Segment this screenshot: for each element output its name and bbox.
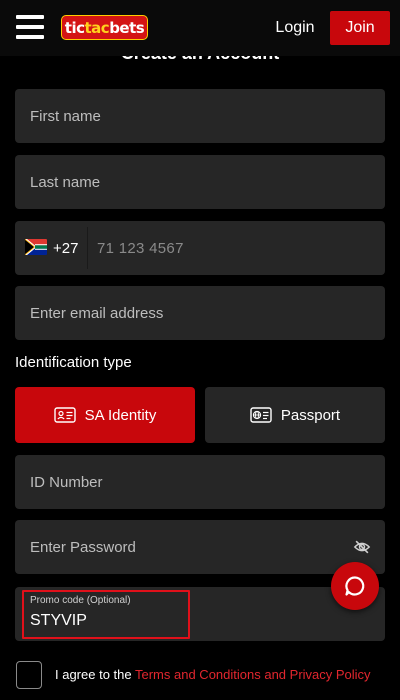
- passport-option[interactable]: Passport: [205, 387, 385, 443]
- hamburger-menu-icon[interactable]: [16, 15, 44, 39]
- sa-identity-label: SA Identity: [84, 406, 157, 424]
- south-africa-flag-icon[interactable]: [25, 239, 47, 255]
- agree-text: I agree to the Terms and Conditions and …: [55, 667, 371, 682]
- agree-checkbox[interactable]: [16, 661, 42, 689]
- promo-code-label: Promo code (Optional): [30, 595, 131, 606]
- terms-privacy-link[interactable]: Terms and Conditions and Privacy Policy: [135, 667, 371, 682]
- tictacbets-logo[interactable]: tic tac bets: [61, 15, 148, 40]
- first-name-input[interactable]: First name: [15, 89, 385, 143]
- first-name-placeholder: First name: [30, 107, 101, 125]
- sa-identity-option[interactable]: SA Identity: [15, 387, 195, 443]
- eye-off-icon[interactable]: [353, 538, 371, 556]
- email-input[interactable]: Enter email address: [15, 286, 385, 340]
- passport-icon: [250, 407, 272, 423]
- passport-label: Passport: [280, 406, 341, 424]
- chat-bubble-icon: [345, 576, 365, 596]
- top-header: tic tac bets Login Join: [0, 0, 400, 56]
- chat-button[interactable]: [331, 562, 379, 610]
- identification-type-label: Identification type: [15, 354, 132, 371]
- form-heading-clip: Create an Account: [0, 56, 400, 64]
- login-button[interactable]: Login: [265, 12, 325, 44]
- country-code[interactable]: +27: [53, 221, 78, 275]
- password-placeholder: Enter Password: [30, 538, 136, 556]
- last-name-input[interactable]: Last name: [15, 155, 385, 209]
- phone-placeholder: 71 123 4567: [97, 239, 184, 257]
- last-name-placeholder: Last name: [30, 173, 101, 191]
- id-card-icon: [53, 407, 76, 423]
- form-heading: Create an Account: [0, 56, 400, 64]
- phone-input[interactable]: +27 71 123 4567: [15, 221, 385, 275]
- password-input[interactable]: Enter Password: [15, 520, 385, 574]
- email-placeholder: Enter email address: [30, 304, 164, 322]
- id-number-input[interactable]: ID Number: [15, 455, 385, 509]
- promo-code-value[interactable]: STYVIP: [30, 612, 87, 630]
- join-button[interactable]: Join: [330, 11, 390, 45]
- id-number-placeholder: ID Number: [30, 473, 103, 491]
- phone-divider: [87, 227, 88, 269]
